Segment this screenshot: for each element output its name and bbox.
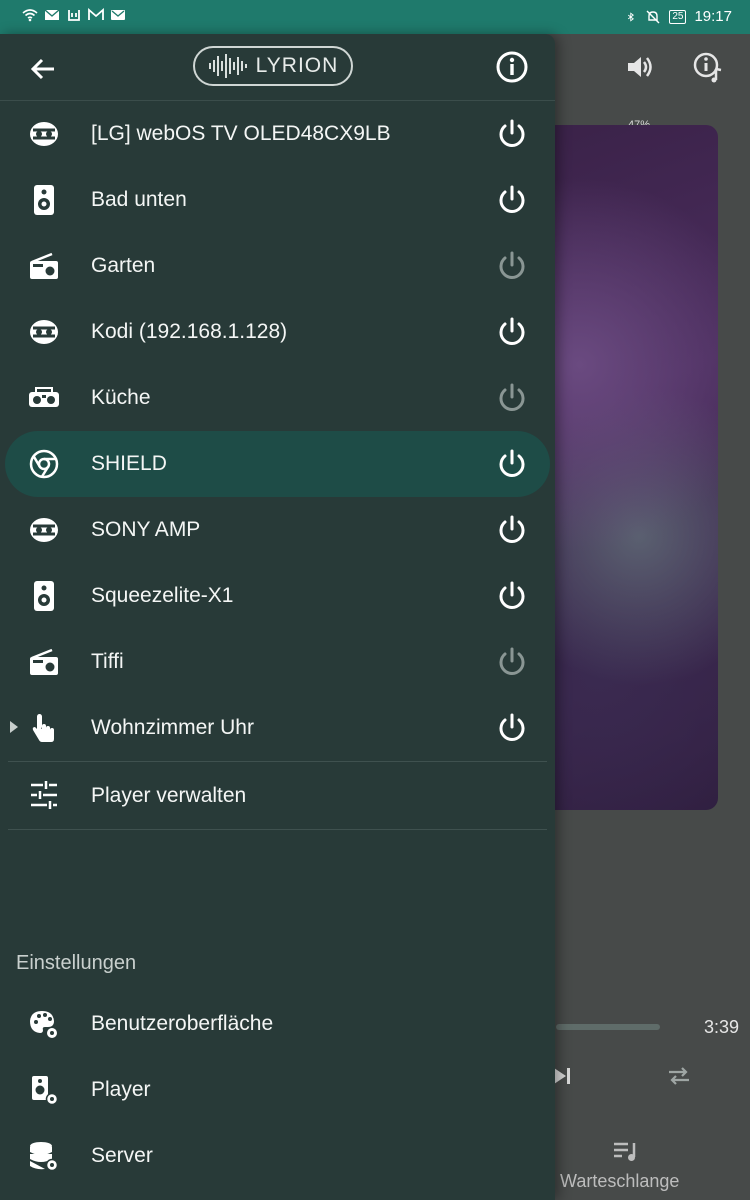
repeat-icon[interactable] [666,1064,692,1088]
player-item-wohnzimmer-uhr[interactable]: Wohnzimmer Uhr [0,695,555,761]
settings-item-label: Benutzeroberfläche [91,1012,274,1035]
player-list: [LG] webOS TV OLED48CX9LB Bad unten Garten… [0,101,555,830]
chrome-icon [28,449,60,479]
speaker-icon [28,185,60,215]
player-name: Wohnzimmer Uhr [91,716,254,739]
status-left-icons [22,8,126,22]
waveform-icon [208,54,247,78]
player-manage-item[interactable]: Player verwalten [0,762,555,829]
power-icon[interactable] [496,382,528,414]
settings-item-server[interactable]: Server [0,1123,555,1189]
player-name: Kodi (192.168.1.128) [91,320,288,343]
bluetooth-icon [628,11,635,22]
sliders-icon [28,780,60,810]
power-icon[interactable] [496,646,528,678]
logo-text: LYRION [255,54,339,77]
player-name: [LG] webOS TV OLED48CX9LB [91,122,391,145]
info-icon[interactable] [494,49,530,85]
power-icon[interactable] [496,250,528,282]
expand-arrow-icon[interactable] [10,721,18,733]
queue-label[interactable]: Warteschlange [560,1171,679,1192]
settings-header: Einstellungen [16,952,137,974]
gmail-icon [88,8,104,20]
player-name: Garten [91,254,156,277]
power-icon[interactable] [496,580,528,612]
player-name: Bad unten [91,188,187,211]
player-item-garten[interactable]: Garten [0,233,555,299]
speaker-icon [28,581,60,611]
player-item-lg-webos-tv-oled48cx9lb[interactable]: [LG] webOS TV OLED48CX9LB [0,101,555,167]
settings-list: Benutzeroberfläche Player Server [0,991,555,1189]
track-info-icon[interactable] [692,51,724,83]
cast-icon [28,119,60,149]
xiaomi-icon [68,10,80,21]
queue-icon[interactable] [612,1140,640,1164]
power-icon[interactable] [496,118,528,150]
player-name: SONY AMP [91,518,201,541]
power-icon[interactable] [496,712,528,744]
navigation-drawer: LYRION [LG] webOS TV OLED48CX9LB Bad unte… [0,34,555,1200]
back-arrow-icon[interactable] [26,52,60,86]
player-item-tiffi[interactable]: Tiffi [0,629,555,695]
divider [8,829,547,830]
settings-item-benutzeroberfl-che[interactable]: Benutzeroberfläche [0,991,555,1057]
player-name: Tiffi [91,650,124,673]
progress-bar[interactable] [556,1024,660,1030]
player-name: Küche [91,386,151,409]
player-gear-icon [28,1075,60,1106]
player-name: SHIELD [91,452,167,475]
touch-icon [28,713,60,743]
settings-item-label: Player [91,1078,151,1101]
drawer-header: LYRION [0,34,555,101]
power-icon[interactable] [496,514,528,546]
cast-icon [28,515,60,545]
player-item-kodi-192-168-1-128[interactable]: Kodi (192.168.1.128) [0,299,555,365]
status-bar: 25 19:17 [0,0,750,34]
player-name: Squeezelite-X1 [91,584,234,607]
volume-icon[interactable] [624,52,654,82]
manage-label: Player verwalten [91,783,247,807]
cast-icon [28,317,60,347]
player-item-sony-amp[interactable]: SONY AMP [0,497,555,563]
radio-icon [28,251,60,281]
battery-indicator: 25 [669,9,687,24]
message-icon [111,10,125,20]
radio-icon [28,647,60,677]
wifi-icon [22,9,38,22]
mail-icon [44,9,60,20]
database-gear-icon [28,1141,60,1172]
player-item-squeezelite-x1[interactable]: Squeezelite-X1 [0,563,555,629]
palette-gear-icon [28,1009,60,1039]
mute-icon [646,10,660,23]
lyrion-logo: LYRION [193,46,353,86]
player-item-shield[interactable]: SHIELD [5,431,550,497]
settings-item-player[interactable]: Player [0,1057,555,1123]
clock: 19:17 [694,8,732,25]
status-right-icons: 25 19:17 [627,8,732,25]
power-icon[interactable] [496,448,528,480]
power-icon[interactable] [496,316,528,348]
settings-item-label: Server [91,1144,153,1167]
player-item-k-che[interactable]: Küche [0,365,555,431]
power-icon[interactable] [496,184,528,216]
player-item-bad-unten[interactable]: Bad unten [0,167,555,233]
boombox-icon [28,383,60,413]
track-duration: 3:39 [703,1017,739,1037]
